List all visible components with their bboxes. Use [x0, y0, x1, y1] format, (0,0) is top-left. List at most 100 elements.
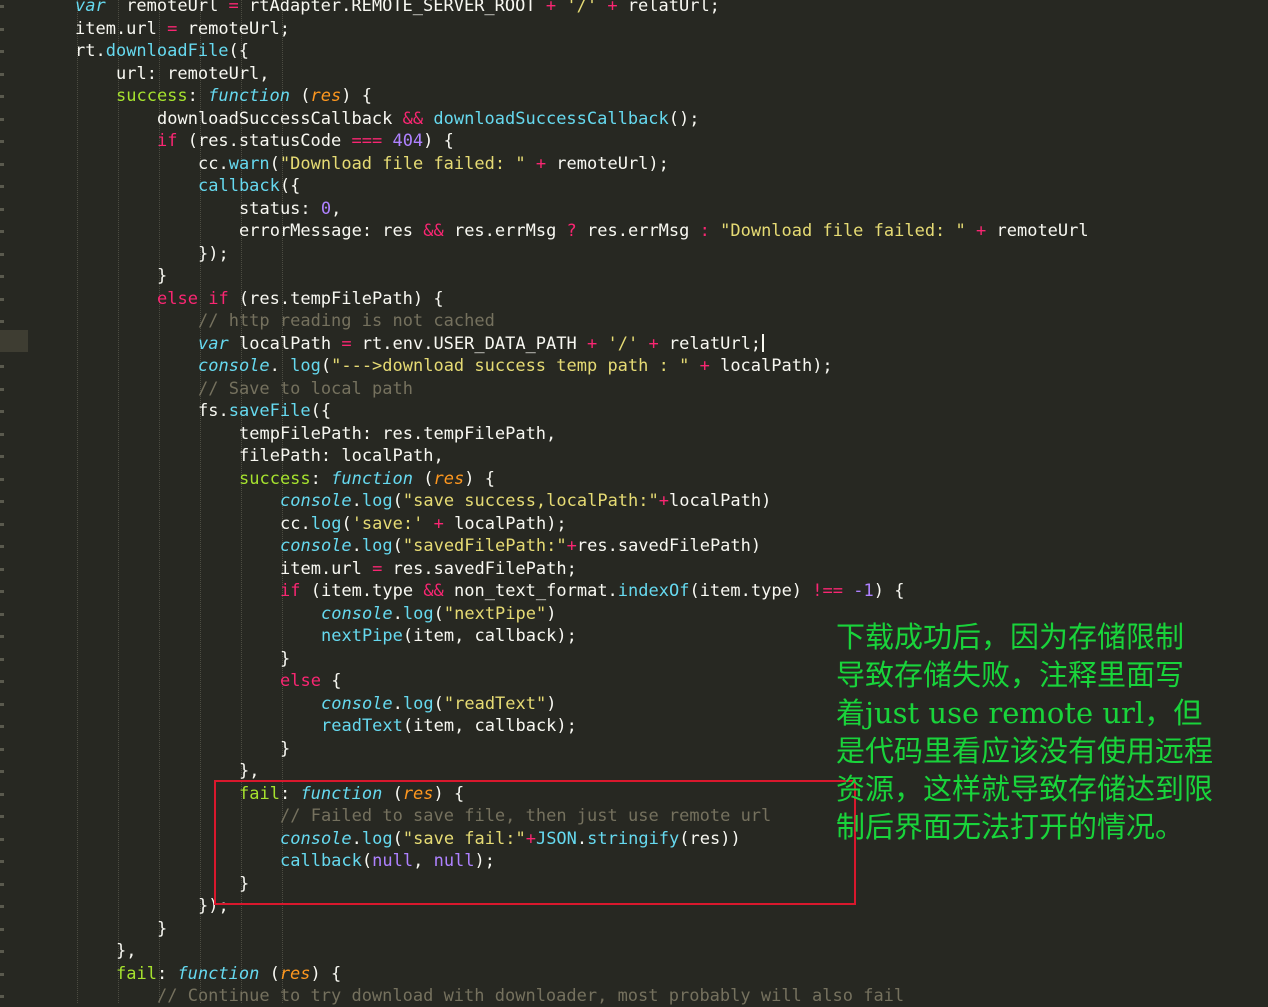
code-line[interactable]: else if (res.tempFilePath) { [157, 288, 444, 310]
code-line[interactable]: url: remoteUrl, [116, 63, 270, 85]
code-line[interactable]: filePath: localPath, [239, 445, 444, 467]
code-token: if [208, 288, 229, 309]
gutter-tick [0, 545, 4, 548]
code-token: remoteUrl; [177, 18, 290, 39]
gutter-tick [0, 680, 4, 683]
code-line[interactable]: errorMessage: res && res.errMsg ? res.er… [239, 220, 1089, 242]
code-token: function [208, 86, 291, 106]
code-token: localPath [228, 333, 342, 354]
code-token: res [279, 963, 311, 984]
code-line[interactable]: fail: function (res) { [116, 963, 341, 985]
code-token: localPath); [709, 356, 833, 376]
gutter-tick [0, 815, 4, 818]
code-line[interactable]: if (res.statusCode === 404) { [157, 130, 454, 152]
code-token: ? [566, 221, 577, 241]
code-token: downloadSuccessCallback [157, 108, 403, 129]
code-token: ) { [310, 963, 342, 984]
code-token: res [433, 468, 465, 489]
code-line[interactable]: fs.saveFile({ [198, 400, 331, 422]
code-line[interactable]: success: function (res) { [239, 468, 495, 490]
code-line[interactable]: downloadSuccessCallback && downloadSucce… [157, 108, 700, 130]
code-token: cc. [198, 153, 229, 174]
code-token: !== [812, 581, 843, 601]
code-token: nextPipe [321, 626, 403, 646]
code-token: } [157, 266, 168, 286]
code-line[interactable]: } [157, 265, 167, 287]
code-line[interactable]: nextPipe(item, callback); [321, 625, 577, 647]
gutter-tick [0, 725, 4, 728]
code-line[interactable]: // http reading is not cached [198, 310, 495, 332]
code-token: // Continue to try download with downloa… [157, 986, 905, 1006]
code-line[interactable]: } [280, 648, 290, 670]
code-token: localPath); [443, 513, 567, 534]
code-token: "--->download success temp path : " [331, 356, 690, 376]
code-token: ) { [341, 86, 372, 106]
code-line[interactable]: }, [239, 760, 259, 782]
code-token: ({ [279, 176, 301, 196]
code-token: res.errMsg [576, 221, 700, 241]
code-token: cc. [280, 513, 311, 534]
code-line[interactable]: } [280, 738, 290, 760]
code-token: ( [392, 491, 403, 511]
annotation-line: 制后界面无法打开的情况。 [836, 810, 1185, 844]
gutter-tick [0, 455, 4, 458]
code-line[interactable]: if (item.type && non_text_format.indexOf… [280, 580, 904, 602]
code-line[interactable]: tempFilePath: res.tempFilePath, [239, 423, 556, 445]
code-token: ) { [423, 131, 454, 151]
line-number-gutter [0, 0, 28, 1003]
code-line[interactable]: console.log("save success,localPath:"+lo… [280, 490, 771, 512]
gutter-tick [0, 522, 4, 526]
code-token: + [535, 153, 547, 174]
code-line[interactable]: item.url = remoteUrl; [75, 18, 290, 40]
code-line[interactable]: status: 0, [239, 198, 341, 220]
code-token: log [290, 356, 321, 376]
gutter-tick [0, 657, 4, 661]
code-line[interactable]: console.log("savedFilePath:"+res.savedFi… [280, 535, 761, 557]
code-line[interactable]: console.log("readText") [321, 693, 556, 715]
code-line[interactable]: callback({ [198, 175, 300, 197]
code-token: '/' [607, 333, 639, 354]
code-line[interactable]: }); [198, 243, 229, 265]
code-token: . [351, 491, 362, 511]
code-token: (item.type [300, 581, 424, 601]
annotation-line: 下载成功后，因为存储限制 [836, 620, 1185, 654]
gutter-tick [0, 95, 4, 98]
code-token: var [198, 333, 229, 354]
code-line[interactable]: console. log("--->download success temp … [198, 355, 833, 377]
code-token: === [351, 131, 383, 151]
code-line[interactable]: cc.log('save:' + localPath); [280, 513, 567, 535]
code-token: ( [290, 86, 311, 106]
code-token: "save success,localPath:" [402, 491, 659, 511]
code-token: ({ [228, 41, 250, 61]
code-token: rtAdapter.REMOTE_SERVER_ROOT [238, 0, 546, 16]
code-line[interactable]: cc.warn("Download file failed: " + remot… [198, 153, 669, 175]
code-line[interactable]: // Continue to try download with downloa… [157, 985, 904, 1007]
code-line[interactable]: else { [280, 670, 341, 692]
code-line[interactable]: // Save to local path [198, 378, 413, 400]
gutter-tick [0, 770, 4, 773]
code-token: }, [116, 941, 137, 961]
code-line[interactable]: console.log("nextPipe") [321, 603, 556, 625]
code-line[interactable]: }, [116, 940, 136, 962]
gutter-tick [0, 567, 4, 571]
gutter-tick [0, 927, 4, 931]
code-token: else [280, 671, 321, 691]
code-line[interactable]: success: function (res) { [116, 85, 372, 107]
code-line[interactable]: item.url = res.savedFilePath; [280, 558, 577, 580]
gutter-tick [0, 905, 4, 908]
code-line[interactable]: rt.downloadFile({ [75, 40, 249, 62]
code-token: = [167, 18, 178, 39]
code-token: "Download file failed: " [720, 221, 966, 241]
code-token: var [75, 0, 106, 16]
code-line[interactable]: var remoteUrl = rtAdapter.REMOTE_SERVER_… [75, 0, 720, 17]
code-line[interactable]: } [157, 918, 167, 940]
code-line[interactable]: readText(item, callback); [321, 715, 577, 737]
code-token: + [976, 221, 987, 241]
code-token: + [658, 491, 669, 511]
code-line[interactable]: var localPath = rt.env.USER_DATA_PATH + … [198, 333, 765, 355]
